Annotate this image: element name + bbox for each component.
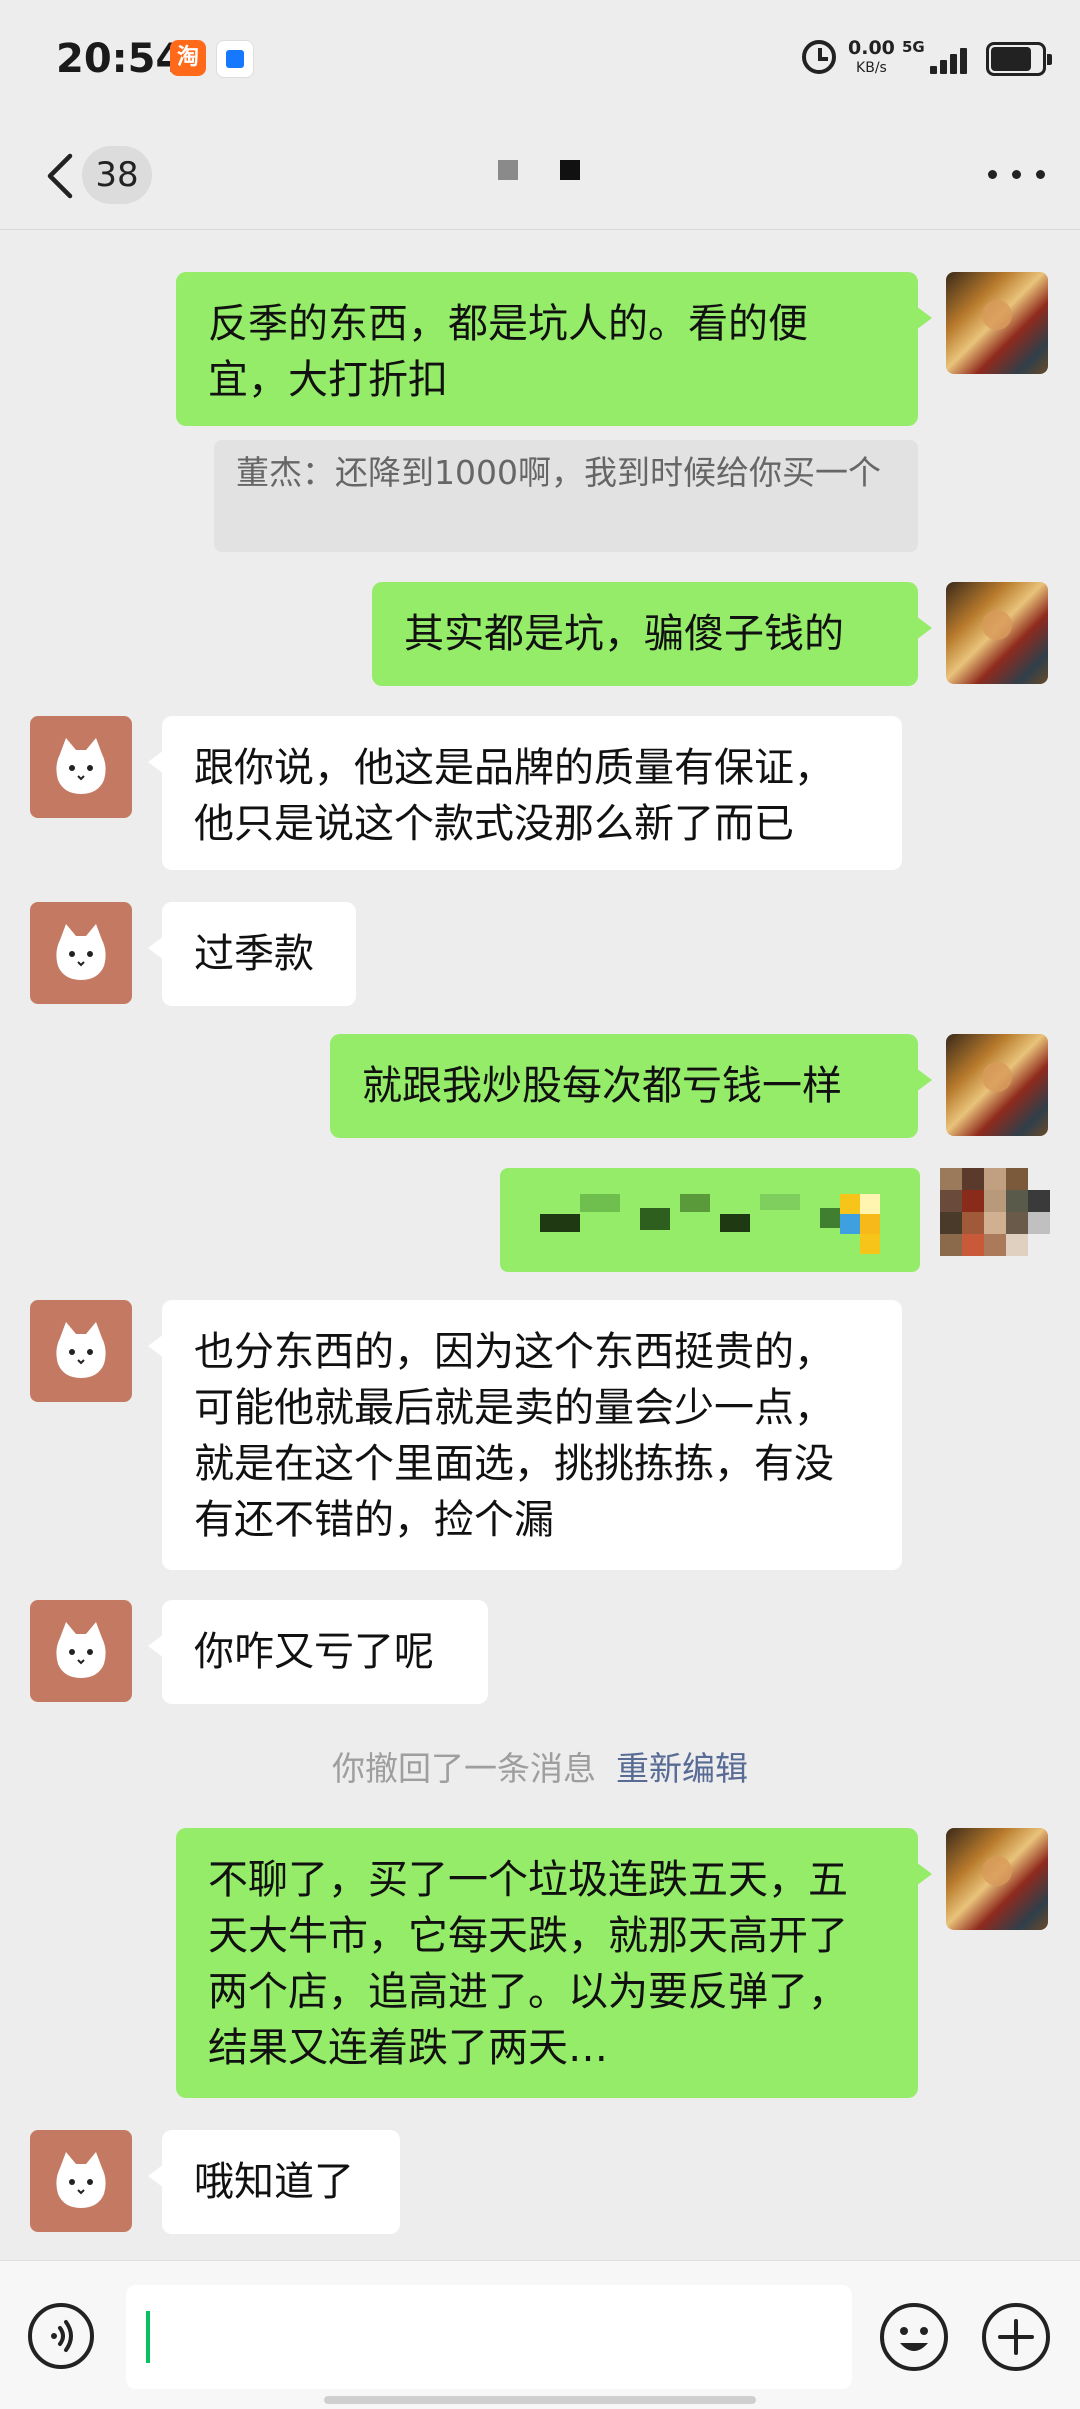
message-bubble[interactable]: 也分东西的，因为这个东西挺贵的，可能他就最后就是卖的量会少一点，就是在这个里面选…: [148, 1300, 902, 1570]
message-bubble[interactable]: 过季款: [148, 902, 356, 1006]
net-speed-unit: KB/s: [856, 60, 887, 76]
voice-input-icon[interactable]: [26, 2301, 96, 2371]
cat-avatar-icon: [56, 738, 106, 794]
status-indicators: 0.00 KB/s 5G: [780, 34, 1080, 90]
alarm-icon: [802, 40, 836, 74]
pixelated-avatar[interactable]: [940, 1168, 1058, 1272]
more-options-icon[interactable]: [982, 146, 1052, 202]
my-avatar[interactable]: [946, 1034, 1048, 1136]
cat-avatar-icon: [56, 2152, 106, 2208]
blue-app-icon: [216, 40, 254, 78]
my-avatar[interactable]: [946, 1828, 1048, 1930]
plus-icon[interactable]: [980, 2301, 1052, 2373]
message-bubble[interactable]: 反季的东西，都是坑人的。看的便宜，大打折扣: [176, 272, 932, 426]
battery-icon: [986, 42, 1052, 76]
cat-avatar-icon: [56, 1322, 106, 1378]
taobao-app-icon: 淘: [170, 40, 206, 76]
message-bubble[interactable]: 不聊了，买了一个垃圾连跌五天，五天大牛市，它每天跌，就那天高开了两个店，追高进了…: [176, 1828, 932, 2098]
contact-avatar[interactable]: [30, 1300, 132, 1402]
recall-notice-text: 你撤回了一条消息: [332, 1749, 596, 1788]
status-time: 20:54: [56, 36, 184, 82]
contact-avatar[interactable]: [30, 716, 132, 818]
contact-avatar[interactable]: [30, 902, 132, 1004]
message-bubble[interactable]: 你咋又亏了呢: [148, 1600, 488, 1704]
contact-avatar[interactable]: [30, 1600, 132, 1702]
recall-notice: 你撤回了一条消息 重新编辑: [0, 1742, 1080, 1790]
cat-avatar-icon: [56, 1622, 106, 1678]
network-type: 5G: [902, 38, 925, 56]
unread-count-badge[interactable]: 38: [82, 146, 152, 204]
net-speed: 0.00 KB/s: [848, 38, 895, 78]
message-bubble[interactable]: 其实都是坑，骗傻子钱的: [372, 582, 932, 686]
message-input-bar: [0, 2260, 1080, 2409]
my-avatar[interactable]: [946, 582, 1048, 684]
status-bar: 20:54 淘 0.00 KB/s 5G: [0, 0, 1080, 120]
message-bubble[interactable]: 就跟我炒股每次都亏钱一样: [330, 1034, 932, 1138]
quoted-message[interactable]: 董杰：还降到1000啊，我到时候给你买一个: [214, 440, 918, 552]
home-indicator[interactable]: [324, 2396, 756, 2404]
pixelated-message-bubble[interactable]: [500, 1168, 920, 1272]
back-arrow-icon[interactable]: [40, 148, 80, 204]
emoji-icon[interactable]: [878, 2301, 950, 2373]
signal-icon: [930, 44, 976, 74]
cat-avatar-icon: [56, 924, 106, 980]
text-cursor: [146, 2311, 150, 2363]
chat-title: [498, 160, 588, 190]
net-speed-value: 0.00: [848, 37, 895, 59]
header-divider: [0, 229, 1080, 230]
message-bubble[interactable]: 哦知道了: [148, 2130, 400, 2234]
contact-avatar[interactable]: [30, 2130, 132, 2232]
message-bubble[interactable]: 跟你说，他这是品牌的质量有保证，他只是说这个款式没那么新了而已: [148, 716, 902, 870]
re-edit-link[interactable]: 重新编辑: [616, 1749, 748, 1788]
my-avatar[interactable]: [946, 272, 1048, 374]
message-input[interactable]: [126, 2285, 852, 2389]
chat-header: 38: [0, 120, 1080, 230]
